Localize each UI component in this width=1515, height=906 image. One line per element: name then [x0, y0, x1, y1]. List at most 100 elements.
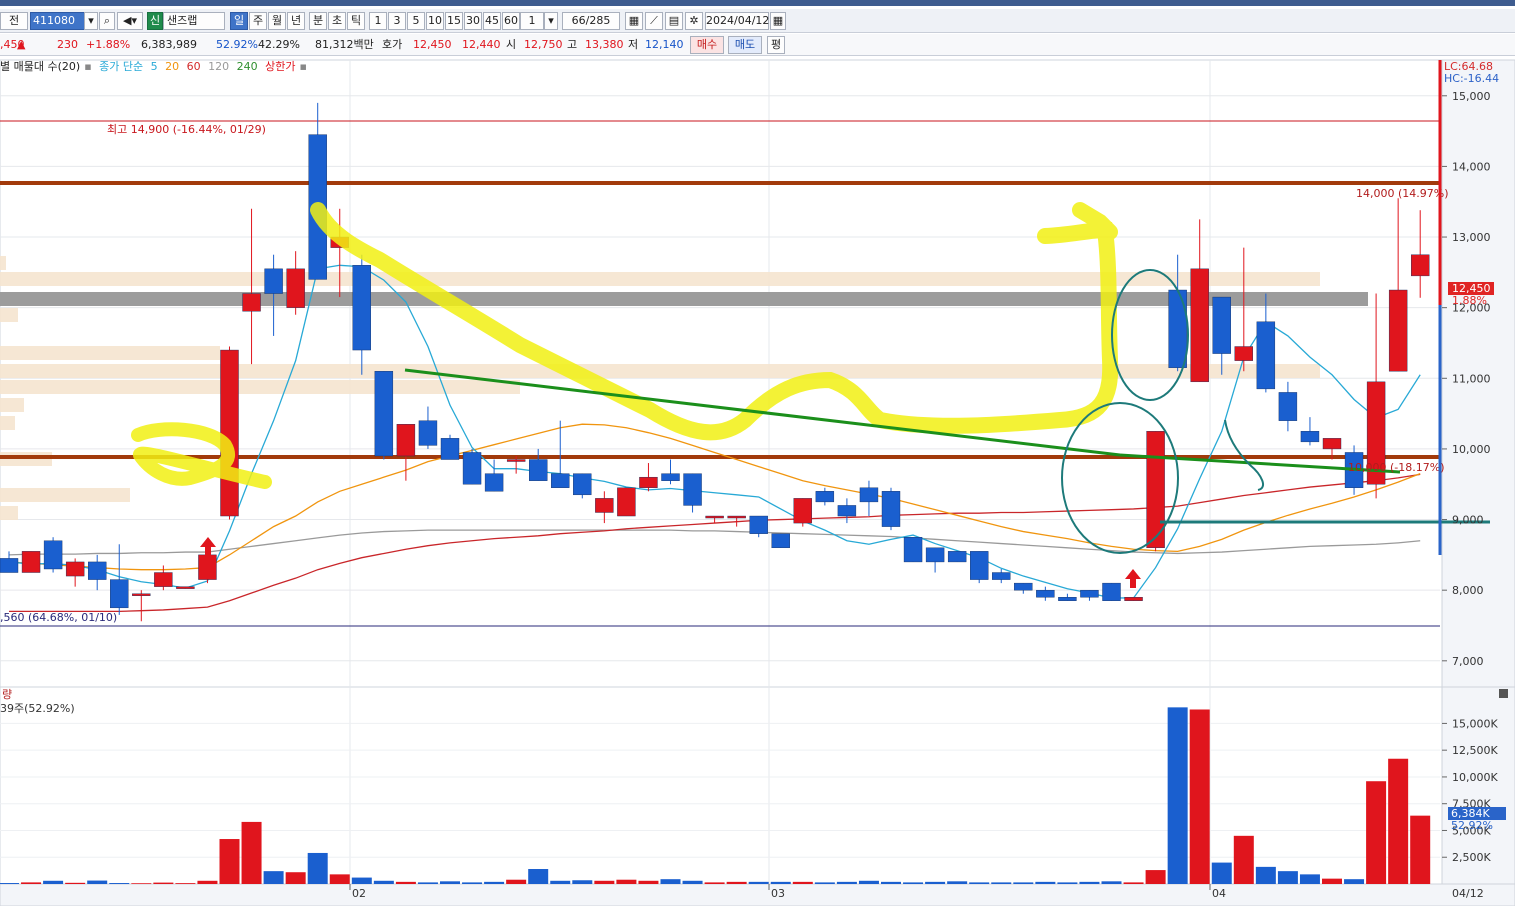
candle-body[interactable]: [396, 424, 416, 457]
volume-bar[interactable]: [285, 872, 306, 884]
candle-body[interactable]: [1322, 438, 1342, 450]
limit-legend[interactable]: 상한가: [265, 60, 295, 73]
volume-bar[interactable]: [43, 880, 64, 884]
volume-bar[interactable]: [175, 883, 196, 884]
volume-bar[interactable]: [417, 882, 438, 884]
candle-body[interactable]: [21, 551, 41, 573]
volume-bar[interactable]: [1366, 781, 1387, 884]
candle-body[interactable]: [1256, 321, 1276, 390]
candle-body[interactable]: [352, 265, 371, 351]
volume-bar[interactable]: [1057, 882, 1078, 884]
count-input[interactable]: 1: [520, 12, 544, 30]
volume-bar[interactable]: [925, 881, 946, 884]
volume-bar[interactable]: [373, 880, 394, 884]
date-input[interactable]: 2024/04/12: [705, 12, 769, 30]
candle-body[interactable]: [1014, 582, 1033, 591]
candle-body[interactable]: [771, 533, 790, 549]
volume-bar[interactable]: [638, 880, 659, 884]
candle-body[interactable]: [242, 293, 261, 312]
period-button-5[interactable]: 초: [328, 12, 346, 30]
period-button-2[interactable]: 월: [268, 12, 286, 30]
candle-body[interactable]: [903, 537, 923, 563]
buy-button[interactable]: 매수: [690, 36, 724, 54]
interval-button-60[interactable]: 60: [502, 12, 520, 30]
volume-bar[interactable]: [0, 883, 19, 884]
candle-body[interactable]: [793, 498, 812, 524]
volume-bar[interactable]: [550, 880, 571, 884]
volume-bar[interactable]: [1299, 874, 1320, 884]
ma-title-legend[interactable]: 종가 단순: [99, 60, 143, 73]
period-button-0[interactable]: 일: [230, 12, 248, 30]
candle-body[interactable]: [551, 473, 570, 488]
save-icon[interactable]: ▤: [665, 12, 683, 30]
code-dropdown-icon[interactable]: ▾: [84, 12, 98, 30]
candle-body[interactable]: [330, 236, 349, 248]
candle-body[interactable]: [1190, 268, 1209, 383]
volume-bar[interactable]: [1277, 871, 1298, 884]
volume-bar[interactable]: [153, 882, 174, 884]
volume-bar[interactable]: [1123, 882, 1144, 884]
interval-button-15[interactable]: 15: [445, 12, 463, 30]
candle-body[interactable]: [639, 476, 658, 488]
candle-body[interactable]: [132, 593, 151, 596]
volume-profile-legend[interactable]: 별 매물대 수(20): [0, 60, 80, 73]
candle-body[interactable]: [705, 515, 724, 519]
candle-body[interactable]: [176, 586, 195, 589]
period-button-3[interactable]: 년: [287, 12, 305, 30]
candle-body[interactable]: [264, 268, 283, 294]
volume-bar[interactable]: [197, 880, 218, 884]
volume-bar[interactable]: [1388, 758, 1409, 884]
close-volume-panel-icon[interactable]: [1499, 689, 1508, 698]
volume-bar[interactable]: [991, 882, 1012, 884]
volume-bar[interactable]: [109, 883, 130, 884]
candle-body[interactable]: [992, 572, 1011, 580]
volume-bar[interactable]: [21, 882, 42, 884]
candle-body[interactable]: [0, 558, 19, 573]
volume-bar[interactable]: [660, 879, 681, 884]
candle-body[interactable]: [43, 540, 63, 570]
search-icon[interactable]: ⌕: [99, 12, 115, 30]
candle-body[interactable]: [1168, 289, 1187, 368]
candle-body[interactable]: [440, 438, 460, 460]
candle-body[interactable]: [683, 473, 702, 506]
volume-bar[interactable]: [462, 882, 483, 884]
period-button-6[interactable]: 틱: [347, 12, 365, 30]
interval-button-10[interactable]: 10: [426, 12, 444, 30]
prev-button[interactable]: 전: [0, 12, 28, 30]
candle-body[interactable]: [65, 561, 85, 577]
interval-button-5[interactable]: 5: [407, 12, 425, 30]
candle-body[interactable]: [506, 459, 526, 462]
volume-bar[interactable]: [1079, 881, 1100, 884]
volume-bar[interactable]: [1013, 882, 1034, 884]
volume-bar[interactable]: [1233, 835, 1254, 884]
volume-bar[interactable]: [770, 881, 791, 884]
candle-body[interactable]: [418, 420, 438, 446]
volume-bar[interactable]: [947, 881, 968, 884]
volume-bar[interactable]: [594, 880, 615, 884]
interval-button-3[interactable]: 3: [388, 12, 406, 30]
volume-bar[interactable]: [87, 880, 108, 884]
candle-body[interactable]: [970, 551, 989, 580]
candle-body[interactable]: [87, 561, 107, 580]
volume-bar[interactable]: [263, 871, 284, 884]
volume-bar[interactable]: [1035, 881, 1056, 884]
trend-icon[interactable]: ⟋: [645, 12, 663, 30]
candle-body[interactable]: [815, 491, 835, 503]
candle-body[interactable]: [286, 268, 305, 308]
volume-bar[interactable]: [1101, 881, 1122, 884]
count-dropdown-icon[interactable]: ▾: [544, 12, 558, 30]
volume-bar[interactable]: [682, 880, 703, 884]
volume-bar[interactable]: [219, 839, 240, 884]
volume-bar[interactable]: [726, 881, 747, 884]
volume-bar[interactable]: [1145, 870, 1166, 884]
volume-bar[interactable]: [1167, 707, 1188, 884]
stock-code-input[interactable]: 411080: [30, 12, 86, 30]
volume-bar[interactable]: [65, 882, 86, 884]
candle-body[interactable]: [374, 371, 394, 457]
volume-bar[interactable]: [881, 881, 901, 884]
candle-body[interactable]: [661, 473, 680, 481]
candle-body[interactable]: [308, 134, 327, 280]
candle-body[interactable]: [1388, 289, 1408, 372]
candle-body[interactable]: [1146, 431, 1165, 549]
candle-body[interactable]: [1080, 589, 1099, 598]
